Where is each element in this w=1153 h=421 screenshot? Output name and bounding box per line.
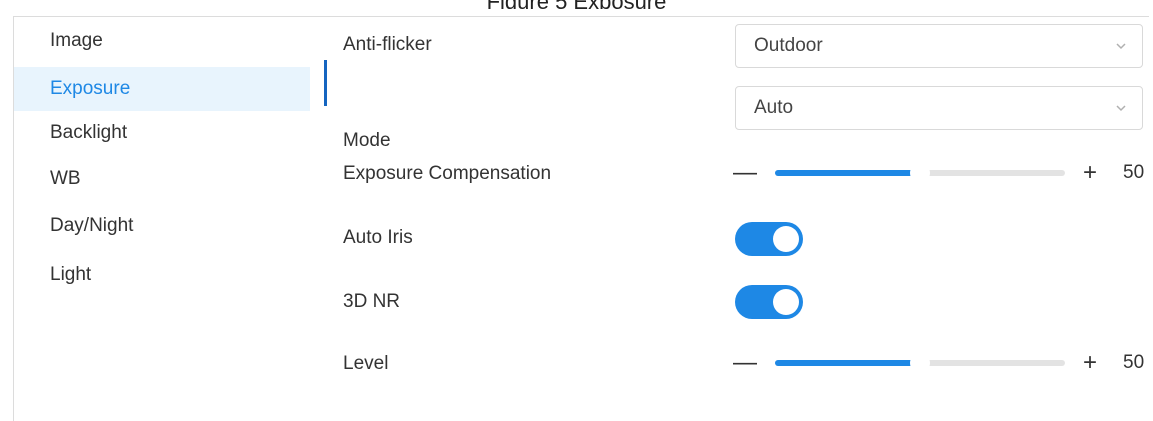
sidebar: Image Exposure Backlight WB Day/Night Li… <box>14 17 328 421</box>
exposure-compensation-decrease-button[interactable]: — <box>733 158 757 188</box>
3d-nr-toggle-knob <box>773 289 799 315</box>
3d-nr-label: 3D NR <box>343 291 401 312</box>
exposure-compensation-thumb[interactable] <box>910 163 930 183</box>
mode-select[interactable]: Auto <box>735 86 1143 130</box>
level-value: 50 <box>1123 352 1145 373</box>
anti-flicker-label: Anti-flicker <box>343 34 432 55</box>
exposure-compensation-value: 50 <box>1123 162 1145 183</box>
exposure-compensation-increase-button[interactable]: + <box>1083 158 1097 188</box>
auto-iris-toggle[interactable] <box>735 222 803 256</box>
exposure-compensation-label: Exposure Compensation <box>343 163 552 184</box>
exposure-compensation-track[interactable] <box>775 163 1065 183</box>
sidebar-item-wb[interactable]: WB <box>14 157 310 201</box>
figure-caption: Figure 5 Exposure <box>0 0 1153 9</box>
level-increase-button[interactable]: + <box>1083 348 1097 378</box>
mode-value: Auto <box>754 97 794 118</box>
level-thumb[interactable] <box>910 353 930 373</box>
sidebar-item-image[interactable]: Image <box>14 19 310 63</box>
chevron-down-icon <box>1116 105 1126 112</box>
anti-flicker-select[interactable]: Outdoor <box>735 24 1143 68</box>
auto-iris-toggle-knob <box>773 226 799 252</box>
active-section-indicator <box>324 60 327 106</box>
exposure-compensation-slider: — + 50 <box>733 158 1148 188</box>
sidebar-item-light[interactable]: Light <box>14 253 310 297</box>
level-slider: — + 50 <box>733 348 1148 378</box>
chevron-down-icon <box>1116 43 1126 50</box>
sidebar-item-exposure[interactable]: Exposure <box>14 67 310 111</box>
exposure-compensation-fill <box>775 170 920 176</box>
sidebar-item-backlight[interactable]: Backlight <box>14 111 310 155</box>
level-decrease-button[interactable]: — <box>733 348 757 378</box>
auto-iris-label: Auto Iris <box>343 227 413 248</box>
level-label: Level <box>343 353 389 374</box>
3d-nr-toggle[interactable] <box>735 285 803 319</box>
sidebar-item-day-night[interactable]: Day/Night <box>14 204 310 248</box>
level-fill <box>775 360 920 366</box>
level-track[interactable] <box>775 353 1065 373</box>
anti-flicker-value: Outdoor <box>754 35 823 56</box>
mode-label: Mode <box>343 130 391 151</box>
